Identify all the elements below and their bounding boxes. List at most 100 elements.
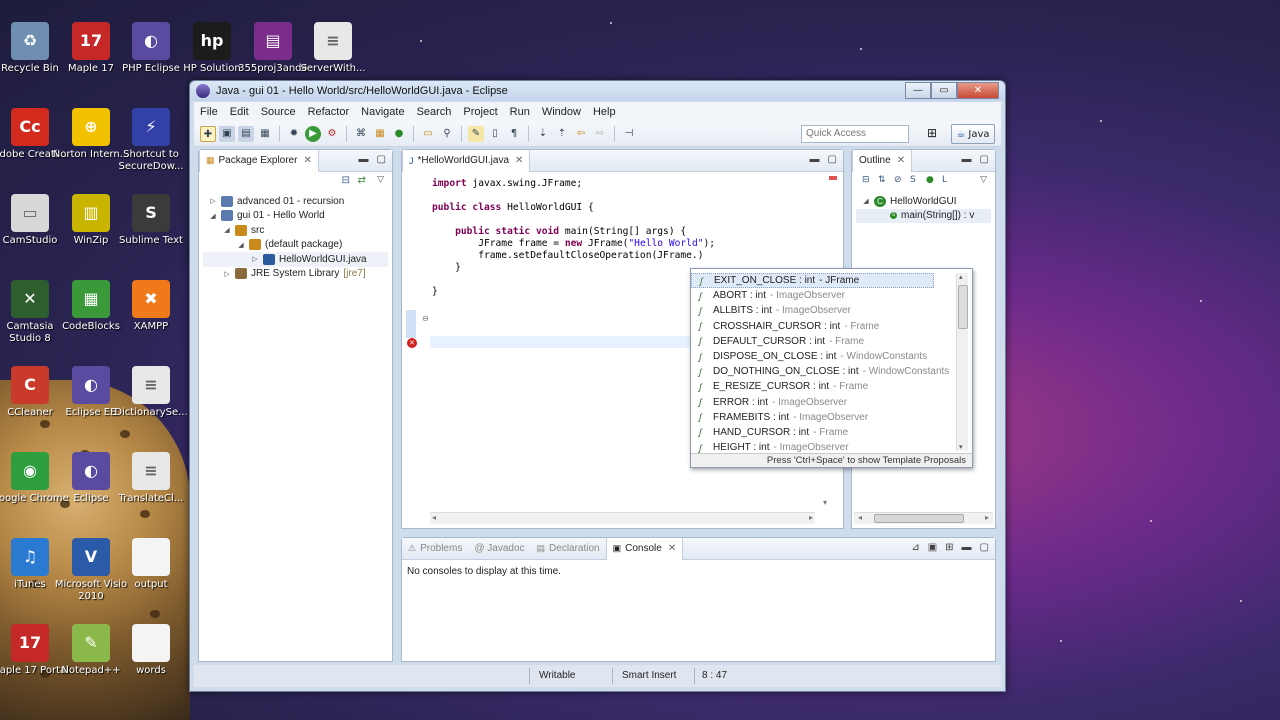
code-line[interactable] bbox=[432, 190, 715, 202]
run-icon[interactable]: ▶ bbox=[305, 125, 321, 142]
menu-window[interactable]: Window bbox=[542, 106, 581, 118]
menu-run[interactable]: Run bbox=[510, 106, 530, 118]
collapsed-twisty-icon[interactable]: ▷ bbox=[251, 255, 259, 263]
external-tools-icon[interactable]: ⚙ bbox=[324, 126, 340, 142]
tree-item[interactable]: ◢ gui 01 - Hello World bbox=[203, 209, 388, 224]
code-line[interactable] bbox=[432, 214, 715, 226]
new-java-project-icon[interactable]: ⌘ bbox=[353, 126, 369, 142]
collapse-method-icon[interactable]: ⊖ bbox=[422, 314, 429, 323]
link-with-editor-icon[interactable]: ⇄ bbox=[358, 175, 366, 186]
error-marker-icon[interactable]: ✕ bbox=[407, 338, 417, 348]
hide-non-public-icon[interactable]: ● bbox=[926, 175, 934, 185]
maximize-view-icon[interactable]: ▢ bbox=[377, 154, 386, 165]
open-perspective-icon[interactable]: ⊞ bbox=[927, 126, 943, 142]
menu-refactor[interactable]: Refactor bbox=[308, 106, 350, 118]
overview-ruler-warning-marker[interactable] bbox=[829, 176, 837, 180]
pin-editor-icon[interactable]: ⊣ bbox=[621, 126, 637, 142]
scroll-thumb[interactable] bbox=[958, 285, 968, 329]
maximize-view-icon[interactable]: ▢ bbox=[980, 542, 989, 553]
code-line[interactable]: } bbox=[432, 286, 715, 298]
collapsed-twisty-icon[interactable]: ▷ bbox=[223, 270, 231, 278]
toggle-mark-occurrences-icon[interactable]: ✎ bbox=[468, 125, 484, 142]
close-tab-icon[interactable]: ✕ bbox=[897, 155, 905, 166]
maximize-view-icon[interactable]: ▢ bbox=[980, 154, 989, 165]
expanded-twisty-icon[interactable]: ◢ bbox=[223, 226, 231, 234]
hide-local-types-icon[interactable]: L bbox=[942, 175, 947, 185]
proposal-item[interactable]: ʃ FRAMEBITS : int - ImageObserver bbox=[691, 410, 972, 425]
desktop-icon[interactable]: ≡ DictionarySe... bbox=[111, 366, 191, 419]
pin-console-icon[interactable]: ⊿ bbox=[911, 542, 919, 553]
code-line[interactable]: JFrame frame = new JFrame("Hello World")… bbox=[432, 238, 715, 250]
hide-fields-icon[interactable]: ⊘ bbox=[894, 175, 902, 185]
proposal-scrollbar[interactable]: ▴ ▾ bbox=[956, 273, 968, 451]
menu-edit[interactable]: Edit bbox=[230, 106, 249, 118]
editor-horizontal-scrollbar[interactable]: ◂ ▸ bbox=[430, 512, 815, 524]
desktop-icon[interactable]: words bbox=[111, 624, 191, 677]
scroll-left-icon[interactable]: ◂ bbox=[432, 513, 436, 522]
proposal-item[interactable]: ʃ HAND_CURSOR : int - Frame bbox=[691, 425, 972, 440]
toggle-block-selection-icon[interactable]: ▯ bbox=[487, 126, 503, 142]
desktop-icon[interactable]: output bbox=[111, 538, 191, 591]
tab-outline[interactable]: Outline ✕ bbox=[852, 149, 913, 172]
scroll-down-icon[interactable]: ▾ bbox=[959, 443, 963, 451]
proposal-item[interactable]: ʃ DEFAULT_CURSOR : int - Frame bbox=[691, 334, 972, 349]
expanded-twisty-icon[interactable]: ◢ bbox=[209, 212, 217, 220]
code-line[interactable]: } bbox=[432, 262, 715, 274]
show-whitespace-icon[interactable]: ¶ bbox=[506, 126, 522, 142]
close-tab-icon[interactable]: ✕ bbox=[515, 155, 523, 166]
new-icon[interactable]: ✚ bbox=[200, 125, 216, 142]
minimize-view-icon[interactable]: ▬ bbox=[810, 154, 820, 165]
tree-item[interactable]: ▷ HelloWorldGUI.java bbox=[203, 252, 388, 267]
scroll-down-icon[interactable]: ▾ bbox=[823, 498, 827, 507]
proposal-item[interactable]: ʃ ERROR : int - ImageObserver bbox=[691, 395, 972, 410]
tab-helloworldgui-java[interactable]: J *HelloWorldGUI.java ✕ bbox=[402, 149, 531, 172]
desktop-icon[interactable]: ≡ ServerWith... bbox=[293, 22, 373, 75]
sort-icon[interactable]: ⇅ bbox=[878, 175, 886, 185]
tab-package-explorer[interactable]: ▦ Package Explorer ✕ bbox=[199, 149, 319, 172]
next-annotation-icon[interactable]: ⇣ bbox=[535, 126, 551, 142]
proposal-item[interactable]: ʃ EXIT_ON_CLOSE : int - JFrame bbox=[691, 273, 934, 289]
breakpoint-gutter[interactable] bbox=[406, 310, 416, 338]
scroll-up-icon[interactable]: ▴ bbox=[959, 273, 963, 281]
save-icon[interactable]: ▣ bbox=[219, 125, 235, 142]
tree-item[interactable]: ◢ (default package) bbox=[203, 238, 388, 253]
desktop-icon[interactable]: ⚡ Shortcut to SecureDow... bbox=[111, 108, 191, 173]
minimize-button[interactable]: — bbox=[905, 82, 931, 99]
code-line[interactable]: frame.setDefaultCloseOperation(JFrame.) bbox=[432, 250, 715, 262]
java-perspective-button[interactable]: ☕ Java bbox=[951, 124, 995, 144]
view-menu-icon[interactable]: ▽ bbox=[377, 175, 384, 185]
code-line[interactable]: public class HelloWorldGUI { bbox=[432, 202, 715, 214]
code-line[interactable] bbox=[432, 274, 715, 286]
proposal-item[interactable]: ʃ E_RESIZE_CURSOR : int - Frame bbox=[691, 379, 972, 394]
desktop-icon[interactable]: ≡ TranslateCl... bbox=[111, 452, 191, 505]
code-line[interactable]: public static void main(String[] args) { bbox=[432, 226, 715, 238]
view-menu-icon[interactable]: ▽ bbox=[980, 175, 987, 185]
tree-item[interactable]: ▷ advanced 01 - recursion bbox=[203, 194, 388, 209]
collapse-all-icon[interactable]: ⊟ bbox=[862, 175, 870, 185]
open-type-icon[interactable]: ▭ bbox=[420, 126, 436, 142]
scroll-right-icon[interactable]: ▸ bbox=[809, 513, 813, 522]
tab-declaration[interactable]: ▤ Declaration bbox=[531, 538, 606, 560]
open-console-icon[interactable]: ⊞ bbox=[945, 542, 953, 553]
minimize-view-icon[interactable]: ▬ bbox=[962, 542, 972, 553]
status-insert-mode[interactable]: Smart Insert bbox=[622, 670, 676, 681]
minimize-view-icon[interactable]: ▬ bbox=[962, 154, 972, 165]
menu-file[interactable]: File bbox=[200, 106, 218, 118]
code-line[interactable]: import javax.swing.JFrame; bbox=[432, 178, 715, 190]
proposal-item[interactable]: ʃ DO_NOTHING_ON_CLOSE : int - WindowConst… bbox=[691, 364, 972, 379]
display-console-icon[interactable]: ▣ bbox=[928, 542, 937, 553]
template-proposals-hint[interactable]: Press 'Ctrl+Space' to show Template Prop… bbox=[691, 453, 972, 467]
tab-problems[interactable]: ⚠ Problems bbox=[402, 538, 468, 560]
search-icon[interactable]: ⚲ bbox=[439, 126, 455, 142]
print-icon[interactable]: ▦ bbox=[257, 126, 273, 142]
menu-project[interactable]: Project bbox=[463, 106, 497, 118]
menu-help[interactable]: Help bbox=[593, 106, 616, 118]
desktop-icon[interactable]: S Sublime Text bbox=[111, 194, 191, 247]
proposal-item[interactable]: ʃ ALLBITS : int - ImageObserver bbox=[691, 303, 972, 318]
title-bar[interactable]: Java - gui 01 - Hello World/src/HelloWor… bbox=[190, 81, 1005, 101]
menu-source[interactable]: Source bbox=[261, 106, 296, 118]
tab-console[interactable]: ▣ Console ✕ bbox=[605, 537, 684, 560]
new-class-icon[interactable]: ● bbox=[391, 126, 407, 142]
collapse-all-icon[interactable]: ⊟ bbox=[342, 175, 350, 186]
minimize-view-icon[interactable]: ▬ bbox=[359, 154, 369, 165]
